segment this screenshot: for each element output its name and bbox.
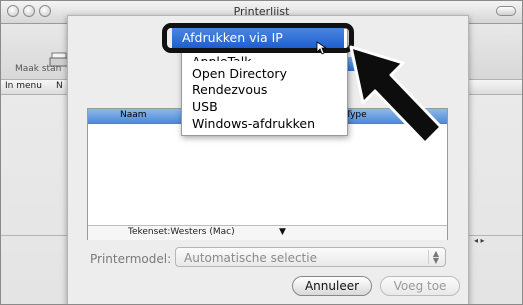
column-in-menu[interactable]: In menu: [5, 81, 42, 91]
menu-item-open-directory[interactable]: Open Directory: [192, 66, 287, 81]
printer-list-window: Printerlijst Maak stan In menu N ◂ ▸ Naa…: [0, 0, 523, 305]
toolbar-toggle-icon[interactable]: [496, 6, 516, 16]
popup-stepper-icon: ▲ ▼: [428, 250, 443, 265]
printer-model-label: Printermodel:: [90, 252, 172, 266]
chevron-down-icon: ▼: [279, 227, 286, 237]
column-name[interactable]: N: [56, 81, 63, 91]
menu-item-appletalk[interactable]: AppleTalk: [192, 54, 252, 61]
cancel-button[interactable]: Annuleer: [292, 276, 372, 296]
mouse-cursor-icon: [316, 41, 328, 55]
add-button[interactable]: Voeg toe: [380, 276, 460, 296]
menu-item-rendezvous[interactable]: Rendezvous: [192, 82, 267, 97]
toolbar-default-label[interactable]: Maak stan: [15, 64, 61, 74]
menu-item-usb[interactable]: USB: [192, 99, 218, 114]
menu-item-windows-printing[interactable]: Windows-afdrukken: [192, 116, 315, 131]
encoding-popup[interactable]: Tekenset:Westers (Mac) ▼: [88, 225, 447, 240]
printer-model-select[interactable]: Automatische selectie ▲ ▼: [175, 247, 446, 267]
encoding-label: Tekenset:Westers (Mac): [128, 227, 235, 237]
scroll-arrows-icon[interactable]: ◂ ▸: [474, 236, 502, 248]
pointer-arrow-icon: [349, 45, 443, 145]
name-column-header[interactable]: Naam: [120, 110, 147, 120]
printer-model-value: Automatische selectie: [184, 251, 317, 265]
